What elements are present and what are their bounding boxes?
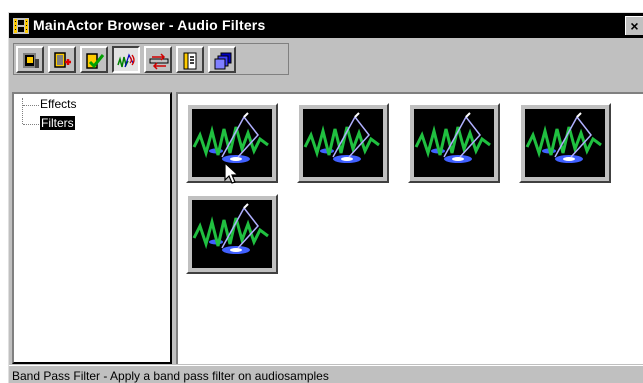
window-title: MainActor Browser - Audio Filters [33, 17, 266, 33]
transitions-button[interactable] [144, 46, 172, 73]
toolbar [9, 38, 643, 89]
tree-line [22, 98, 23, 124]
audio-filter-icon [414, 109, 494, 177]
filter-grid [176, 92, 643, 364]
windows-button[interactable] [208, 46, 236, 73]
status-bar: Band Pass Filter - Apply a band pass fil… [9, 365, 643, 383]
audio-filter-icon [525, 109, 605, 177]
tree-line [23, 124, 39, 125]
category-tree: Effects Filters [12, 92, 172, 364]
tree-item-label: Effects [40, 97, 77, 111]
tree-item-effects[interactable]: Effects [40, 97, 76, 111]
audio-wave-icon [117, 53, 135, 68]
check-clip-icon [86, 53, 105, 69]
film-strip-app-icon [13, 18, 29, 34]
audio-filters-button[interactable] [112, 46, 140, 73]
filter-thumbnail[interactable] [297, 103, 389, 183]
close-button[interactable]: × [625, 16, 643, 35]
film-clip-icon [23, 53, 39, 68]
filter-thumbnail[interactable] [519, 103, 611, 183]
tree-line [23, 105, 39, 106]
stacked-windows-icon [214, 52, 232, 70]
status-text: Band Pass Filter - Apply a band pass fil… [12, 369, 329, 383]
text-document-icon [183, 52, 197, 70]
filter-thumbnail[interactable] [408, 103, 500, 183]
filter-thumbnail[interactable] [186, 194, 278, 274]
add-clip-button[interactable] [48, 46, 76, 73]
check-clip-button[interactable] [80, 46, 108, 73]
title-bar[interactable]: MainActor Browser - Audio Filters × [9, 13, 643, 38]
add-clip-icon [54, 52, 71, 68]
film-clip-button[interactable] [16, 46, 44, 73]
toolbar-button-group [13, 43, 289, 75]
text-button[interactable] [176, 46, 204, 73]
tree-item-label: Filters [40, 116, 75, 130]
audio-filter-icon [192, 200, 272, 268]
audio-filter-icon [303, 109, 383, 177]
tree-item-filters[interactable]: Filters [40, 116, 75, 130]
transition-arrows-icon [149, 53, 169, 70]
mouse-cursor-icon [224, 162, 240, 184]
main-window: MainActor Browser - Audio Filters × Effe… [8, 12, 643, 383]
